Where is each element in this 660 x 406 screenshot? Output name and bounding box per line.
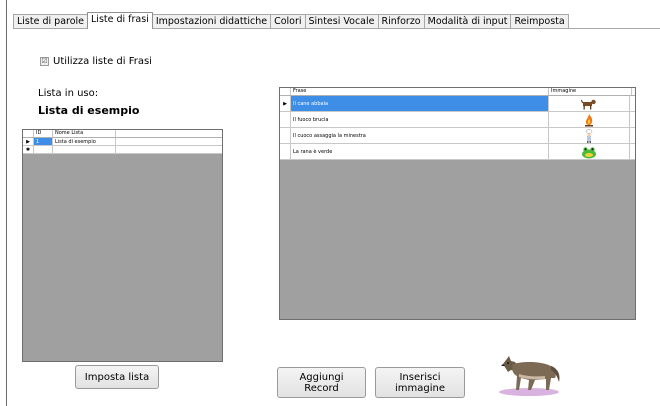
window-left-edge [6,0,7,406]
row-indicator [280,144,291,159]
row-indicator-arrow-icon: ▶ [23,138,34,145]
column-header-immagine[interactable]: Immagine [549,88,632,95]
use-lists-checkbox-row[interactable]: ☑ Utilizza liste di Frasi [40,56,152,67]
column-header-id[interactable]: ID [34,130,53,137]
table-row-new[interactable]: ✱ [23,146,222,154]
tab-liste-di-frasi[interactable]: Liste di frasi [87,12,153,29]
set-list-button[interactable]: Imposta lista [75,365,159,389]
new-row-asterisk-icon: ✱ [23,146,34,153]
cell-immagine[interactable] [549,96,630,111]
row-header-corner [23,130,34,137]
cell-frase[interactable]: La rana è verde [291,144,549,159]
row-indicator [280,128,291,143]
cell-immagine[interactable] [549,128,630,143]
phrases-grid-header: Frase Immagine [280,88,635,96]
row-indicator [280,112,291,127]
cell-id[interactable] [34,146,53,153]
table-row[interactable]: Il fuoco brucia [280,112,635,128]
tab-rinforzo[interactable]: Rinforzo [377,14,425,29]
tab-liste-di-parole[interactable]: Liste di parole [13,14,89,29]
list-in-use-label: Lista in uso: [38,88,99,99]
frog-icon [582,146,596,158]
insert-image-button[interactable]: Inserisci immagine [375,367,465,398]
row-header-corner [280,88,291,95]
row-indicator-arrow-icon: ▶ [280,96,291,111]
tab-impostazioni-didattiche[interactable]: Impostazioni didattiche [151,14,272,29]
cell-nome-lista[interactable]: Lista di esempio [53,138,116,145]
lists-grid[interactable]: ID Nome Lista ▶ 1 Lista di esempio ✱ [22,129,223,362]
fire-icon [585,113,593,126]
cell-id[interactable]: 1 [34,138,53,145]
tab-strip: Liste di parole Liste di frasi Impostazi… [13,12,569,29]
use-lists-label: Utilizza liste di Frasi [53,56,152,67]
column-header-nome-lista[interactable]: Nome Lista [53,130,116,137]
column-header-frase[interactable]: Frase [291,88,549,95]
phrases-grid[interactable]: Frase Immagine ▶ Il cane abbaia Il fuoco… [279,87,636,320]
add-record-button[interactable]: Aggiungi Record [277,367,366,398]
cell-immagine[interactable] [549,112,630,127]
list-in-use-value: Lista di esempio [38,104,140,117]
table-row[interactable]: Il cuoco assaggia la minestra [280,128,635,144]
table-row[interactable]: ▶ 1 Lista di esempio [23,138,222,146]
tab-modalita-di-input[interactable]: Modalità di input [423,14,512,29]
table-row[interactable]: ▶ Il cane abbaia [280,96,635,112]
cell-frase[interactable]: Il fuoco brucia [291,112,549,127]
cell-immagine[interactable] [549,144,630,159]
use-lists-checkbox[interactable]: ☑ [40,57,49,66]
table-row[interactable]: La rana è verde [280,144,635,160]
cell-frase[interactable]: Il cane abbaia [291,96,549,111]
cell-frase[interactable]: Il cuoco assaggia la minestra [291,128,549,143]
cook-icon [585,128,593,143]
tab-sintesi-vocale[interactable]: Sintesi Vocale [304,14,379,29]
lists-grid-header: ID Nome Lista [23,130,222,138]
dog-icon [581,99,596,109]
cell-nome-lista[interactable] [53,146,116,153]
tab-colori[interactable]: Colori [270,14,306,29]
wolf-icon [499,356,560,396]
tab-reimposta[interactable]: Reimposta [510,14,569,29]
